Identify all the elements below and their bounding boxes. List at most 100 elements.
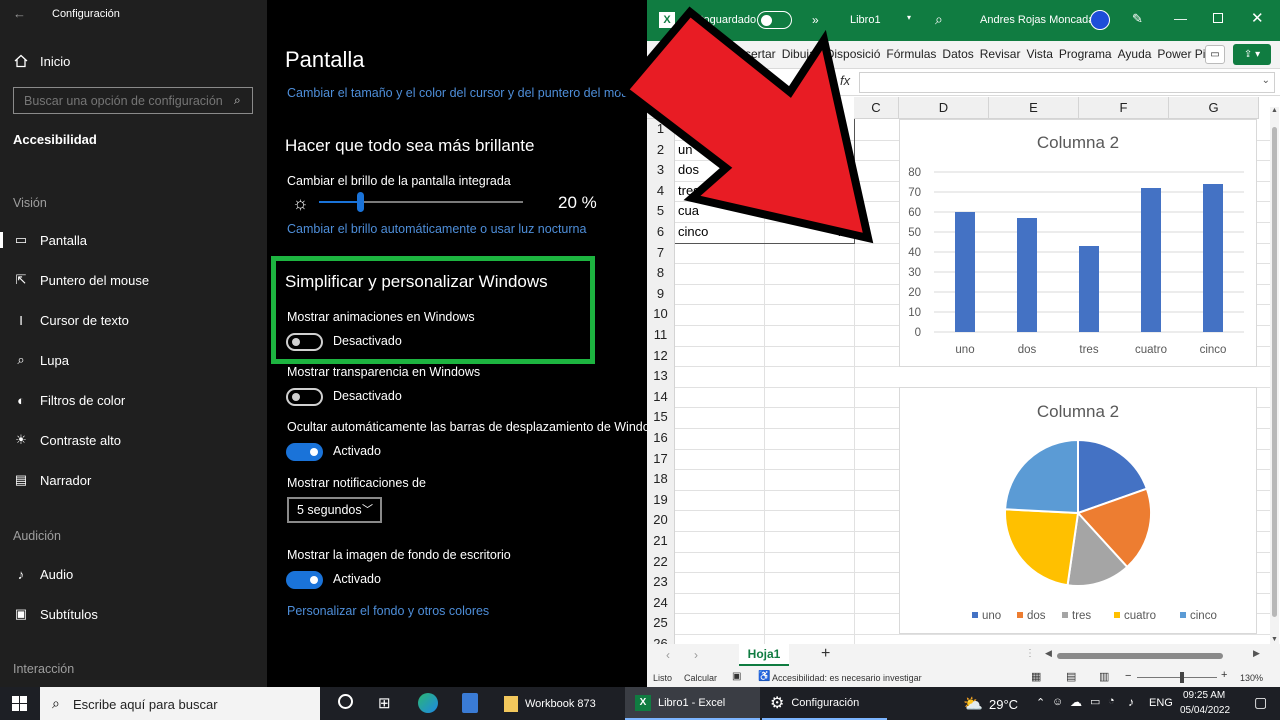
row-header[interactable]: 14	[647, 386, 675, 408]
battery-icon[interactable]: ▭	[1090, 695, 1100, 708]
clock-date[interactable]: 05/04/2022	[1180, 705, 1230, 716]
task-view-icon[interactable]: ⊞	[378, 694, 391, 712]
sidebar-item-text-cursor[interactable]: I Cursor de texto	[0, 300, 267, 340]
temperature[interactable]: 29°C	[989, 697, 1018, 712]
row-header[interactable]: 25	[647, 613, 675, 635]
notifications-icon[interactable]: ▢	[1254, 694, 1267, 711]
page-layout-icon[interactable]: ▤	[1066, 670, 1076, 683]
bar[interactable]	[1203, 184, 1223, 332]
sidebar-item-color-filter[interactable]: ◐ Filtros de color	[0, 380, 267, 420]
zoom-level[interactable]: 130%	[1240, 673, 1263, 683]
chevron-up-icon[interactable]: ⌃	[1036, 696, 1045, 709]
taskbar-app-settings[interactable]: ⚙ Configuración	[762, 687, 887, 720]
split-handle-icon[interactable]: ⋮	[1025, 648, 1035, 659]
pie-chart[interactable]: Columna 2 uno dos tres cuatro cinco	[899, 387, 1257, 634]
row-header[interactable]: 21	[647, 531, 675, 552]
volume-icon[interactable]: ♪	[1128, 695, 1134, 709]
back-arrow-icon[interactable]: ←	[13, 6, 26, 21]
formula-input[interactable]: ⌄	[859, 72, 1275, 93]
ribbon-tab[interactable]: Revisar	[977, 47, 1024, 61]
bar-chart[interactable]: Columna 2 0 10 20 30 40 50 60 70 80 uno dos tres cuat…	[899, 119, 1257, 367]
comments-icon[interactable]: ▭	[1205, 45, 1225, 64]
row-header[interactable]: 18	[647, 469, 675, 491]
row-header[interactable]: 23	[647, 572, 675, 594]
row-header[interactable]: 11	[647, 325, 675, 346]
column-header[interactable]: F	[1079, 97, 1169, 119]
column-header[interactable]: E	[989, 97, 1079, 119]
sidebar-item-monitor[interactable]: ▭ Pantalla	[0, 220, 267, 260]
close-icon[interactable]: ✕	[1251, 9, 1264, 27]
calculator-icon[interactable]	[462, 693, 478, 713]
bar[interactable]	[1017, 218, 1037, 332]
vertical-scrollbar[interactable]: ▲ ▼	[1270, 107, 1279, 644]
sidebar-item-speaker[interactable]: ♪ Audio	[0, 554, 267, 594]
row-header[interactable]: 20	[647, 510, 675, 532]
row-header[interactable]: 13	[647, 366, 675, 388]
ribbon-tab[interactable]: Vista	[1023, 47, 1055, 61]
column-header[interactable]: G	[1169, 97, 1259, 119]
ribbon-tab[interactable]: Datos	[939, 47, 976, 61]
prev-sheet-icon[interactable]: ‹	[666, 648, 670, 662]
row-header[interactable]: 19	[647, 489, 675, 511]
row-header[interactable]: 10	[647, 304, 675, 326]
row-header[interactable]: 22	[647, 551, 675, 573]
ribbon-tab[interactable]: Ayuda	[1115, 47, 1155, 61]
people-icon[interactable]: ☺	[1052, 696, 1063, 708]
search-icon[interactable]: ⌕	[935, 11, 943, 28]
wallpaper-toggle[interactable]	[286, 571, 323, 589]
brightness-slider-track[interactable]	[319, 192, 523, 212]
sheet-tab[interactable]: Hoja1	[739, 644, 789, 666]
bar[interactable]	[1141, 188, 1161, 332]
sidebar-item-narrator[interactable]: ▤ Narrador	[0, 460, 267, 500]
settings-search-input[interactable]	[13, 87, 253, 114]
minimize-icon[interactable]: —	[1174, 11, 1187, 26]
share-button[interactable]: ⇪ ▾	[1233, 44, 1271, 65]
cloud-icon[interactable]: ☁	[1070, 695, 1082, 709]
row-header[interactable]: 15	[647, 407, 675, 429]
language-indicator[interactable]: ENG	[1149, 697, 1173, 709]
row-header[interactable]: 26	[647, 634, 675, 644]
row-header[interactable]: 16	[647, 428, 675, 449]
sidebar-item-mouse-pointer[interactable]: ⇱ Puntero del mouse	[0, 260, 267, 300]
row-header[interactable]: 24	[647, 592, 675, 614]
add-sheet-icon[interactable]: +	[821, 645, 830, 663]
brightness-slider-thumb[interactable]	[356, 192, 364, 212]
bar[interactable]	[955, 212, 975, 332]
row-header[interactable]: 12	[647, 345, 675, 367]
column-header[interactable]: D	[899, 97, 989, 119]
taskbar-app-excel[interactable]: X Libro1 - Excel	[625, 687, 760, 720]
status-calc[interactable]: Calcular	[684, 673, 717, 683]
sidebar-item-home[interactable]: Inicio	[0, 41, 267, 81]
ribbon-tab[interactable]: Programa	[1056, 47, 1115, 61]
scroll-right-icon[interactable]: ▶	[1253, 648, 1260, 659]
macro-icon[interactable]: ▣	[732, 671, 741, 682]
taskbar-search[interactable]: ⌕ Escribe aquí para buscar	[40, 687, 320, 720]
taskbar-app-workbook[interactable]: Workbook 873	[496, 687, 621, 720]
next-sheet-icon[interactable]: ›	[694, 648, 698, 662]
row-header[interactable]: 9	[647, 283, 675, 305]
sidebar-item-magnifier[interactable]: ⌕ Lupa	[0, 340, 267, 380]
avatar[interactable]	[1090, 10, 1110, 30]
horizontal-scrollbar[interactable]	[1057, 653, 1223, 659]
network-icon[interactable]: ◔	[1108, 695, 1115, 707]
zoom-slider[interactable]	[1137, 677, 1217, 678]
accessibility-icon[interactable]: ♿	[758, 671, 770, 682]
clock-time[interactable]: 09:25 AM	[1183, 690, 1225, 701]
animations-toggle[interactable]	[286, 333, 323, 351]
pie-slice[interactable]	[1004, 438, 1079, 515]
link-personalize[interactable]: Personalizar el fondo y otros colores	[287, 604, 489, 618]
zoom-slider-thumb[interactable]	[1180, 672, 1184, 683]
pie-slice[interactable]	[1004, 508, 1080, 587]
scrollbars-toggle[interactable]	[286, 443, 323, 461]
search-icon[interactable]: ⌕	[234, 93, 241, 108]
status-accessibility[interactable]: Accesibilidad: es necesario investigar	[772, 673, 922, 683]
scroll-left-icon[interactable]: ◀	[1045, 648, 1052, 659]
link-brightness[interactable]: Cambiar el brillo automáticamente o usar…	[287, 222, 586, 236]
edge-icon[interactable]	[418, 693, 438, 713]
row-header[interactable]: 17	[647, 448, 675, 470]
pen-icon[interactable]: ✎	[1132, 11, 1143, 27]
zoom-out-icon[interactable]: −	[1125, 670, 1131, 682]
row-header[interactable]: 8	[647, 263, 675, 285]
sidebar-item-contrast[interactable]: ☀ Contraste alto	[0, 420, 267, 460]
notifications-dropdown[interactable]: 5 segundos ﹀	[287, 497, 382, 523]
